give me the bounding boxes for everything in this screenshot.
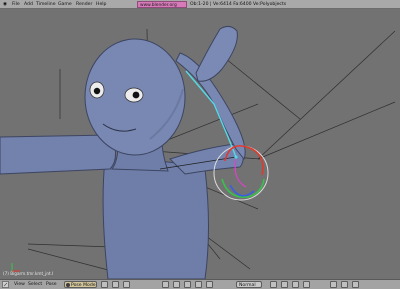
camera-icon[interactable] bbox=[352, 281, 359, 288]
menu-add[interactable]: Add bbox=[24, 0, 33, 9]
menu-file[interactable]: File bbox=[12, 0, 20, 9]
transform-orientation-select[interactable]: Normal bbox=[236, 281, 262, 288]
pose-mode-icon bbox=[66, 283, 70, 287]
blender-window: ◉ File Add Timeline Game Render Help www… bbox=[0, 0, 400, 289]
viewport-canvas[interactable] bbox=[0, 9, 400, 279]
layer-1-icon[interactable] bbox=[270, 281, 277, 288]
layer-2-icon[interactable] bbox=[281, 281, 288, 288]
menu-select[interactable]: Select bbox=[28, 280, 42, 289]
character-mesh[interactable] bbox=[0, 25, 246, 279]
translate-manipulator-icon[interactable] bbox=[173, 281, 180, 288]
scene-stats: Ob:1-20 | Ve:6414 Fa:6400 Ve:Polyobjects bbox=[190, 2, 287, 7]
mode-selector[interactable]: Pose Mode bbox=[64, 281, 97, 288]
file-tab[interactable]: www.blender.org 243 bbox=[137, 1, 187, 15]
orientation-icon[interactable] bbox=[206, 281, 213, 288]
rotate-manipulator-icon[interactable] bbox=[184, 281, 191, 288]
manipulator-toggle-icon[interactable] bbox=[162, 281, 169, 288]
menu-timeline[interactable]: Timeline bbox=[36, 0, 56, 9]
menu-render[interactable]: Render bbox=[76, 0, 92, 9]
pivot-icon[interactable] bbox=[112, 281, 119, 288]
draw-type-icon[interactable] bbox=[101, 281, 108, 288]
3d-viewport[interactable]: (7) Bigarm.tmr.kmt_jnt.l bbox=[0, 9, 400, 279]
menu-help[interactable]: Help bbox=[96, 0, 106, 9]
top-menu-bar: ◉ File Add Timeline Game Render Help www… bbox=[0, 0, 400, 15]
layer-3-icon[interactable] bbox=[292, 281, 299, 288]
editor-type-icon[interactable] bbox=[2, 280, 9, 289]
blender-logo-icon[interactable]: ◉ bbox=[3, 0, 7, 9]
viewport-object-label: (7) Bigarm.tmr.kmt_jnt.l bbox=[3, 271, 54, 276]
viewport-header: View Select Pose Pose Mode Normal bbox=[0, 279, 400, 289]
render-icon[interactable] bbox=[341, 281, 348, 288]
scale-manipulator-icon[interactable] bbox=[195, 281, 202, 288]
view-align-icon[interactable] bbox=[123, 281, 130, 288]
menu-pose[interactable]: Pose bbox=[46, 280, 57, 289]
axis-gizmo bbox=[11, 263, 20, 272]
menu-game[interactable]: Game bbox=[58, 0, 72, 9]
lock-icon[interactable] bbox=[330, 281, 337, 288]
menu-view[interactable]: View bbox=[14, 280, 25, 289]
layer-4-icon[interactable] bbox=[303, 281, 310, 288]
